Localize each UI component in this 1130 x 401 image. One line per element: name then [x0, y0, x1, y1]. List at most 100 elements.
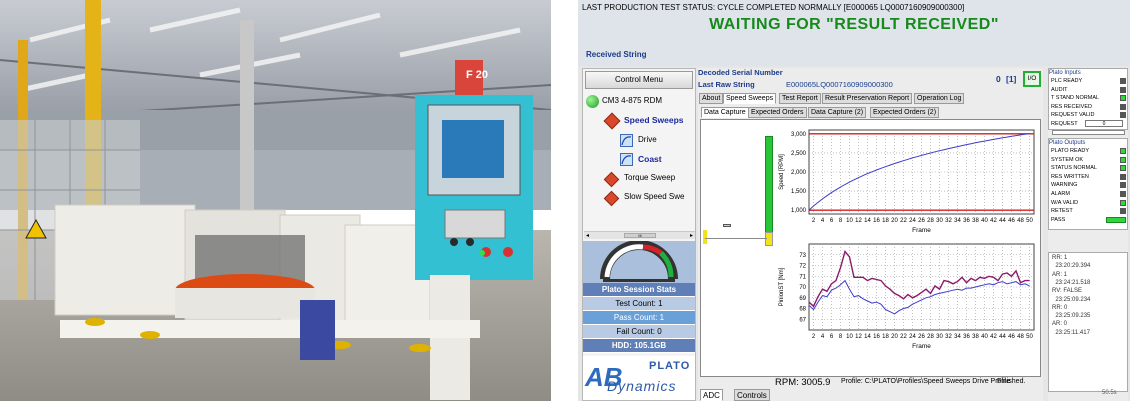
x-tick-label: 32	[945, 218, 952, 224]
status-led-icon	[1120, 191, 1126, 197]
session-stats: Plato Session Stats Test Count: 1 Pass C…	[583, 283, 695, 353]
right-level-bar	[765, 232, 773, 246]
scroll-right-arrow-icon[interactable]: ▸	[690, 232, 693, 239]
request-value-box: 0	[1085, 120, 1123, 127]
io-label: RETEST	[1051, 208, 1073, 215]
status-led-icon	[1120, 182, 1126, 189]
gauge-panel	[583, 240, 695, 283]
tab-speed-sweeps[interactable]: Speed Sweeps	[723, 93, 777, 104]
x-tick-label: 2	[812, 218, 816, 224]
hdd-space: HDD: 105.1GB	[583, 339, 695, 353]
y-tick-label: 2,500	[791, 151, 807, 157]
tree-item-drive[interactable]: Drive	[638, 135, 657, 144]
tree-item-slow-speed[interactable]: Slow Speed Swe	[624, 192, 684, 201]
fail-count: Fail Count: 0	[583, 325, 695, 339]
x-tick-label: 16	[873, 334, 880, 340]
plato-io-panel: Plato Inputs PLC READY AUDIT T STAND NORMA…	[1048, 68, 1128, 401]
x-tick-label: 14	[864, 218, 871, 224]
last-test-status: LAST PRODUCTION TEST STATUS: CYCLE COMPL…	[582, 3, 965, 12]
io-row: PLATO READY	[1049, 147, 1129, 155]
y-tick-label: 69	[799, 296, 806, 302]
x-tick-label: 26	[918, 334, 925, 340]
event-log: RR: 1 23:20:29.394 AR: 1 23:24:21.518 RV: …	[1048, 252, 1128, 392]
subtab-data-capture[interactable]: Data Capture	[701, 107, 749, 118]
tree-item-cm3[interactable]: CM3 4-875 RDM	[602, 96, 662, 105]
x-tick-label: 36	[963, 334, 970, 340]
io-row: REQUEST 0	[1049, 120, 1129, 128]
x-tick-label: 38	[972, 334, 979, 340]
x-tick-label: 12	[855, 334, 862, 340]
x-tick-label: 18	[882, 334, 889, 340]
io-label: SYSTEM OK	[1051, 156, 1084, 163]
meter-baseline	[705, 238, 767, 239]
tab-adc[interactable]: ADC	[700, 389, 723, 401]
session-stats-title: Plato Session Stats	[583, 283, 695, 297]
log-line: RR: 0	[1052, 304, 1068, 311]
tree-item-torque-sweep[interactable]: Torque Sweep	[624, 173, 675, 182]
io-label: T STAND NORMAL	[1051, 95, 1100, 102]
status-led-icon	[1120, 148, 1126, 154]
y-tick-label: 2,000	[791, 170, 807, 176]
plato-application: LAST PRODUCTION TEST STATUS: CYCLE COMPL…	[578, 0, 1130, 401]
log-line: AR: 0	[1052, 321, 1068, 328]
y-tick-label: 68	[799, 307, 806, 313]
x-tick-label: 50	[1026, 334, 1033, 340]
x-tick-label: 28	[927, 218, 934, 224]
x-tick-label: 32	[945, 334, 952, 340]
rpm-readout: RPM: 3005.9	[775, 377, 831, 388]
finished-status: Finished.	[997, 378, 1026, 385]
decoded-serial-label: Decoded Serial Number	[698, 68, 783, 77]
x-tick-label: 20	[891, 218, 898, 224]
tree-item-speed-sweeps[interactable]: Speed Sweeps	[624, 115, 684, 125]
scroll-left-arrow-icon[interactable]: ◂	[586, 232, 589, 239]
sweep-diamond-icon	[603, 190, 620, 207]
profile-path: Profile: C:\PLATO\Profiles\Speed Sweeps …	[841, 378, 1011, 385]
tab-about[interactable]: About	[699, 93, 724, 104]
main-area: Decoded Serial Number Last Raw String E0…	[698, 68, 1043, 401]
y-tick-label: 72	[799, 264, 806, 270]
x-axis-label: Frame	[912, 343, 931, 350]
x-tick-label: 22	[900, 218, 907, 224]
io-row: T STAND NORMAL	[1049, 94, 1129, 102]
log-line: AR: 1	[1052, 271, 1068, 278]
x-tick-label: 16	[873, 218, 880, 224]
y-axis-label: PinionST [Nm]	[779, 267, 785, 306]
tree-horizontal-scrollbar[interactable]: ◂ III ▸	[584, 231, 695, 239]
tree-item-coast[interactable]: Coast	[638, 154, 662, 164]
curve-chart-icon	[620, 134, 633, 147]
plato-outputs-title: Plato Outputs	[1049, 140, 1086, 146]
io-button[interactable]: I/O	[1023, 71, 1041, 87]
x-tick-label: 44	[999, 334, 1006, 340]
y-tick-label: 71	[799, 274, 806, 280]
x-tick-label: 38	[972, 218, 979, 224]
test-count: Test Count: 1	[583, 297, 695, 311]
subtab-expected-orders[interactable]: Expected Orders	[748, 107, 807, 118]
status-led-icon	[1106, 216, 1126, 223]
tab-controls[interactable]: Controls	[734, 389, 770, 401]
cycle-counter-bracket: [1]	[1006, 74, 1017, 84]
x-tick-label: 10	[846, 218, 853, 224]
tab-operation-log[interactable]: Operation Log	[914, 93, 965, 104]
status-led-icon	[1120, 156, 1126, 163]
subtab-expected-orders-2[interactable]: Expected Orders (2)	[870, 107, 940, 118]
cycle-counter: 0	[996, 74, 1001, 84]
subtab-data-capture-2[interactable]: Data Capture (2)	[808, 107, 867, 118]
x-tick-label: 34	[954, 218, 961, 224]
x-tick-label: 30	[936, 218, 943, 224]
x-tick-label: 8	[839, 218, 843, 224]
x-tick-label: 10	[846, 334, 853, 340]
control-menu-button[interactable]: Control Menu	[585, 71, 693, 89]
capture-panel: 2 4 6 8 10 12 14 16 18 20 22 24 26 28 30 32 34 36 38 40 42 44…	[700, 119, 1041, 377]
x-tick-label: 40	[981, 218, 988, 224]
logo-dynamics: Dynamics	[607, 378, 677, 394]
io-label: ALARM	[1051, 191, 1070, 197]
io-row: RETEST	[1049, 207, 1129, 215]
tab-result-preservation[interactable]: Result Preservation Report	[822, 93, 913, 104]
io-label: REQUEST	[1051, 121, 1078, 127]
tab-test-report[interactable]: Test Report	[779, 93, 821, 104]
profile-tree: CM3 4-875 RDM Speed Sweeps Drive Coast T…	[584, 93, 694, 233]
scroll-thumb[interactable]: III	[624, 233, 656, 238]
io-label: AUDIT	[1051, 86, 1068, 93]
y-tick-label: 3,000	[791, 132, 807, 138]
speed-chart: 2 4 6 8 10 12 14 16 18 20 22 24 26 28 30 32 34 36 38 40 42 44…	[779, 129, 1035, 234]
